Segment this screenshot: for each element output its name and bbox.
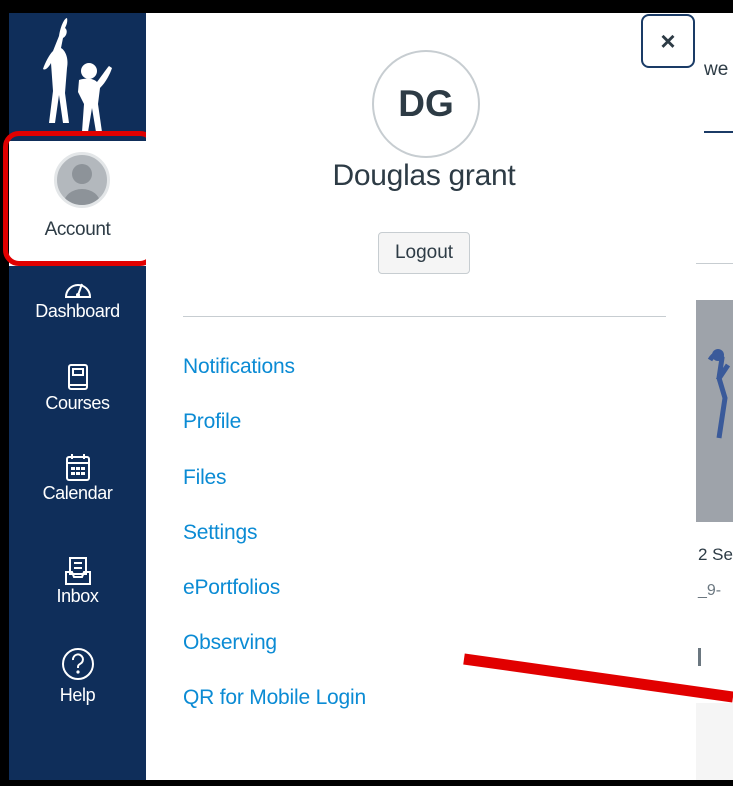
- dashboard-gauge-icon: [64, 283, 91, 298]
- nav-help[interactable]: Help: [9, 647, 146, 706]
- close-icon: ×: [660, 25, 676, 56]
- nav-courses[interactable]: Courses: [9, 363, 146, 414]
- school-logo[interactable]: [39, 16, 119, 141]
- nav-dashboard-label: Dashboard: [35, 301, 120, 321]
- course-card-image[interactable]: [696, 300, 733, 522]
- help-circle-icon: [61, 648, 94, 680]
- close-tray-button[interactable]: ×: [641, 14, 695, 68]
- header-underline: [704, 131, 733, 133]
- link-qr-mobile-login[interactable]: QR for Mobile Login: [183, 686, 366, 710]
- link-notifications[interactable]: Notifications: [183, 355, 295, 379]
- course-card-code: _9-: [698, 582, 722, 599]
- global-navigation: Dashboard Courses Calendar Inbox Help Ac…: [9, 13, 146, 780]
- annotation-arrow-line: [463, 653, 733, 703]
- logout-button[interactable]: Logout: [378, 232, 470, 274]
- nav-calendar-label: Calendar: [42, 483, 113, 503]
- section-divider: [696, 263, 733, 264]
- link-observing[interactable]: Observing: [183, 631, 277, 655]
- nav-help-label: Help: [59, 685, 96, 705]
- course-card-title[interactable]: 2 Se: [698, 545, 733, 565]
- calendar-icon: [65, 454, 90, 481]
- user-initials: DG: [398, 83, 454, 124]
- link-eportfolios[interactable]: ePortfolios: [183, 576, 280, 600]
- nav-inbox[interactable]: Inbox: [9, 556, 146, 607]
- user-avatar: DG: [372, 50, 480, 158]
- link-files[interactable]: Files: [183, 466, 227, 490]
- inbox-icon: [64, 557, 91, 585]
- annotation-highlight-box: [3, 131, 156, 266]
- link-profile[interactable]: Profile: [183, 410, 241, 434]
- tray-divider: [183, 316, 666, 317]
- book-icon: [67, 364, 88, 390]
- nav-dashboard[interactable]: Dashboard: [9, 275, 146, 322]
- nav-courses-label: Courses: [45, 393, 110, 413]
- header-text-fragment: we: [704, 59, 729, 80]
- nav-calendar[interactable]: Calendar: [9, 453, 146, 504]
- link-settings[interactable]: Settings: [183, 521, 257, 545]
- user-name: Douglas grant: [332, 159, 516, 192]
- nav-inbox-label: Inbox: [56, 586, 99, 606]
